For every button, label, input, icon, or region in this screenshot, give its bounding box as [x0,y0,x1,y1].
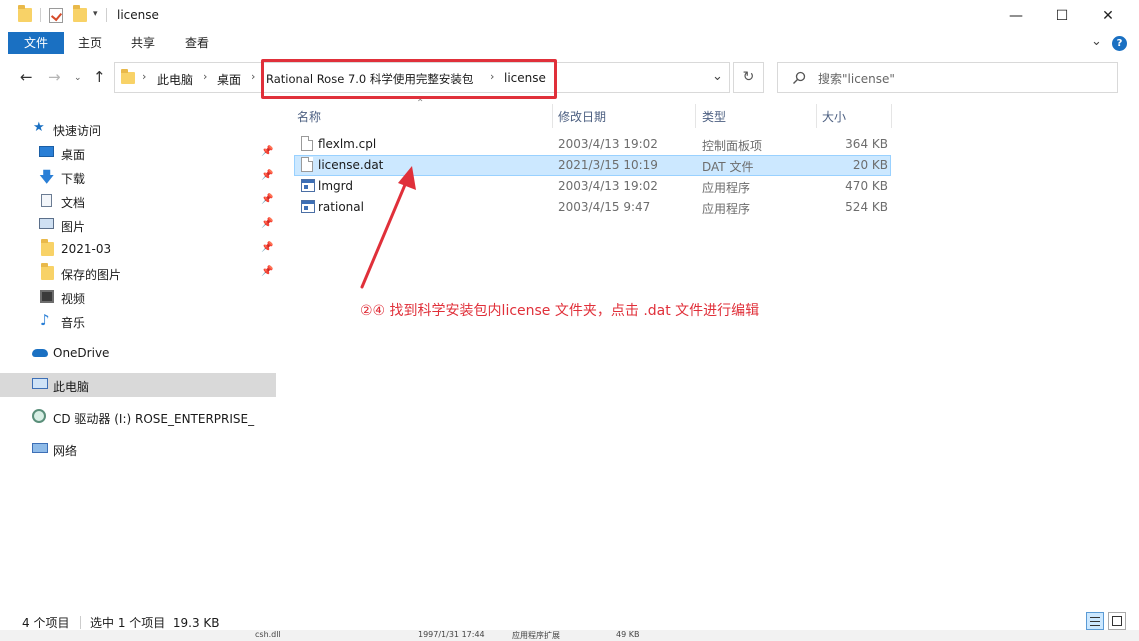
cloud-icon [32,349,48,357]
background-window-strip: csh.dll 1997/1/31 17:44 应用程序扩展 49 KB [0,630,1139,641]
music-note-icon: ♪ [40,311,50,329]
maximize-button[interactable]: ☐ [1039,0,1085,32]
download-arrow-icon: 🡇 [39,168,55,186]
properties-icon[interactable] [49,8,63,23]
documents-icon [41,194,52,207]
sidebar-item-onedrive[interactable]: OneDrive [0,342,276,364]
search-box[interactable] [777,62,1118,93]
ribbon-tabs: 文件 主页 共享 查看 ⌄ ? [0,32,1139,54]
document-icon [301,157,313,172]
sidebar-item-saved-pictures[interactable]: 保存的图片 📌 [0,262,276,284]
table-row[interactable]: flexlm.cpl 2003/4/13 19:02 控制面板项 364 KB [294,134,891,155]
sidebar-item-network[interactable]: 网络 [0,438,276,460]
breadcrumb-desktop[interactable]: 桌面 [217,71,241,88]
desktop-icon [39,146,54,157]
column-header-type[interactable]: 类型 [702,108,726,125]
pin-icon[interactable]: 📌 [261,266,273,277]
sidebar-item-this-pc[interactable]: 此电脑 [0,373,276,397]
refresh-button[interactable]: ↻ [733,62,764,93]
sidebar-item-desktop[interactable]: 桌面 📌 [0,142,276,164]
large-icons-view-icon[interactable] [1108,612,1126,630]
recent-locations-chevron-icon[interactable]: ⌄ [74,73,82,83]
computer-icon [32,378,48,389]
search-icon [793,71,806,84]
address-folder-icon [121,69,135,84]
tab-home[interactable]: 主页 [68,32,112,54]
annotation-arrow-icon [360,166,416,289]
up-arrow-icon[interactable]: ↑ [93,68,106,86]
application-icon [301,200,315,213]
tab-share[interactable]: 共享 [120,32,166,54]
details-view-icon[interactable] [1086,612,1104,630]
selection-info: 选中 1 个项目 19.3 KB [90,616,220,630]
search-input[interactable] [816,68,1110,89]
sort-ascending-icon: ⌃ [416,98,425,109]
navigation-pane: ★ 快速访问 桌面 📌 🡇 下载 📌 文档 📌 图片 📌 2021-03 📌 保… [0,104,278,604]
new-folder-icon[interactable] [73,5,87,22]
pin-icon[interactable]: 📌 [261,242,273,253]
column-header-modified[interactable]: 修改日期 [558,108,606,125]
window-title: license [117,8,159,22]
star-icon: ★ [33,120,45,135]
address-highlight-annotation [261,59,557,99]
annotation-text: ②④ 找到科学安装包内license 文件夹，点击 .dat 文件进行编辑 [360,303,760,319]
cd-drive-icon [32,409,46,423]
back-arrow-icon[interactable]: ← [20,68,33,86]
folder-icon [41,239,54,256]
pin-icon[interactable]: 📌 [261,218,273,229]
column-header-size[interactable]: 大小 [822,108,846,125]
sidebar-item-music[interactable]: ♪ 音乐 [0,310,276,332]
ribbon-expand-icon[interactable]: ⌄ [1091,34,1102,49]
tab-view[interactable]: 查看 [174,32,220,54]
sidebar-item-cd-drive[interactable]: CD 驱动器 (I:) ROSE_ENTERPRISE_ [0,406,276,428]
tab-file[interactable]: 文件 [8,32,64,54]
pictures-icon [39,218,54,229]
pin-icon[interactable]: 📌 [261,170,273,181]
network-icon [32,443,48,453]
breadcrumb-this-pc[interactable]: 此电脑 [157,71,193,88]
title-bar: ▾ license — ☐ ✕ [0,0,1139,32]
sidebar-item-documents[interactable]: 文档 📌 [0,190,276,212]
minimize-button[interactable]: — [993,0,1039,32]
sidebar-item-2021-03[interactable]: 2021-03 📌 [0,238,276,260]
item-count: 4 个项目 [22,616,70,630]
sidebar-item-downloads[interactable]: 🡇 下载 📌 [0,166,276,188]
folder-icon [41,263,54,280]
pin-icon[interactable]: 📌 [261,146,273,157]
close-button[interactable]: ✕ [1085,0,1131,32]
video-icon [40,290,54,303]
help-icon[interactable]: ? [1112,36,1127,51]
column-header-name[interactable]: 名称 [297,108,321,125]
customize-toolbar-icon[interactable]: ▾ [93,9,98,19]
sidebar-item-pictures[interactable]: 图片 📌 [0,214,276,236]
control-panel-icon [301,136,313,151]
address-dropdown-icon[interactable]: ⌄ [712,69,723,84]
application-icon [301,179,315,192]
sidebar-item-videos[interactable]: 视频 [0,286,276,308]
forward-arrow-icon[interactable]: → [48,68,61,86]
sidebar-item-quick-access[interactable]: ★ 快速访问 [0,118,276,140]
pin-icon[interactable]: 📌 [261,194,273,205]
folder-icon [18,5,32,22]
